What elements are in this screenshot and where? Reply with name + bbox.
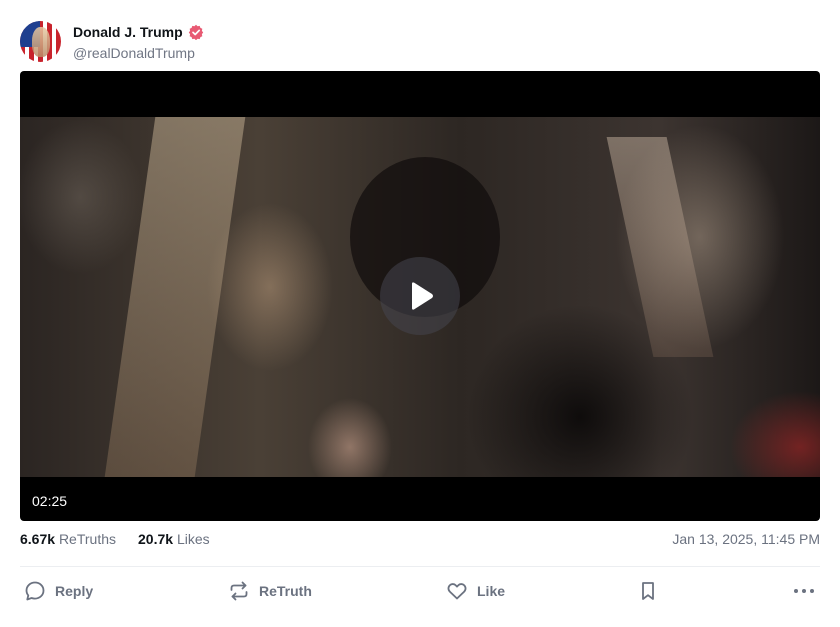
post-stats: 6.67k ReTruths 20.7k Likes Jan 13, 2025,… <box>20 531 820 549</box>
video-duration: 02:25 <box>32 493 68 509</box>
heart-icon <box>447 583 467 600</box>
retruth-label: ReTruth <box>259 583 312 599</box>
play-button[interactable] <box>380 257 460 335</box>
author-name[interactable]: Donald J. Trump <box>73 24 183 40</box>
post-actions: Reply ReTruth Like <box>20 578 820 604</box>
more-options-button[interactable] <box>792 578 816 604</box>
retruths-label: ReTruths <box>58 531 116 547</box>
retruths-stat[interactable]: 6.67k ReTruths <box>20 531 116 547</box>
likes-count: 20.7k <box>138 531 174 547</box>
bookmark-icon <box>642 582 654 600</box>
reply-button[interactable]: Reply <box>24 578 93 604</box>
video-player[interactable]: 02:25 <box>20 71 820 521</box>
author-name-row: Donald J. Trump <box>73 23 204 41</box>
retruths-count: 6.67k <box>20 531 56 547</box>
post-header: Donald J. Trump @realDonaldTrump <box>20 20 820 64</box>
like-button[interactable]: Like <box>446 578 505 604</box>
avatar[interactable] <box>20 21 61 62</box>
repost-arrows-icon <box>230 581 248 601</box>
divider <box>20 566 820 567</box>
play-icon <box>412 282 433 310</box>
bookmark-button[interactable] <box>637 578 659 604</box>
reply-label: Reply <box>55 583 94 599</box>
verified-badge-icon <box>188 24 203 40</box>
ellipsis-icon <box>794 589 814 593</box>
post-timestamp[interactable]: Jan 13, 2025, 11:45 PM <box>672 531 820 547</box>
speech-bubble-icon <box>25 581 45 601</box>
retruth-button[interactable]: ReTruth <box>228 578 312 604</box>
like-label: Like <box>477 583 506 599</box>
likes-stat[interactable]: 20.7k Likes <box>138 531 210 547</box>
likes-label: Likes <box>176 531 210 547</box>
author-handle[interactable]: @realDonaldTrump <box>73 45 195 61</box>
